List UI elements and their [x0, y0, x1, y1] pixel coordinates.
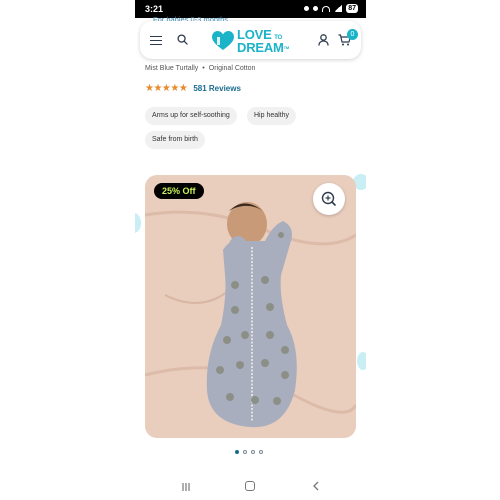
back-icon[interactable] [311, 481, 321, 491]
feature-chip: Safe from birth [145, 131, 205, 149]
battery-icon: 87 [346, 4, 358, 13]
system-nav-bar [135, 474, 366, 500]
status-time: 3:21 [145, 4, 164, 14]
star-rating-icon: ★★★★★ [145, 83, 188, 94]
discount-badge: 25% Off [154, 183, 204, 199]
wifi-icon [322, 5, 331, 12]
phone-screen: 3:21 87 For babies 0-3 months LOVE TO DR… [135, 0, 366, 500]
reviews-link[interactable]: 581 Reviews [193, 84, 241, 93]
fabric-name: Original Cotton [208, 65, 256, 72]
rating-row: ★★★★★ 581 Reviews [145, 83, 241, 94]
brand-logo[interactable]: LOVE TO DREAMTM [212, 28, 302, 54]
decorative-cloud [135, 213, 141, 233]
search-icon[interactable] [177, 34, 188, 45]
separator-dot: • [202, 65, 205, 72]
pager-dot[interactable] [259, 450, 263, 454]
pager-dot[interactable] [251, 450, 255, 454]
signal-icon [334, 5, 343, 12]
feature-chip: Arms up for self-soothing [145, 107, 237, 125]
location-icon [313, 6, 319, 11]
heart-logo-icon [212, 31, 234, 50]
site-header: LOVE TO DREAMTM 0 [140, 21, 361, 59]
home-icon[interactable] [245, 481, 255, 491]
feature-chip: Hip healthy [247, 107, 297, 125]
cart-count-badge: 0 [347, 29, 358, 40]
pager-dot[interactable] [243, 450, 247, 454]
menu-icon[interactable] [150, 36, 162, 46]
notification-dot-icon [304, 6, 310, 11]
color-name: Mist Blue Turtally [145, 65, 199, 72]
status-icons: 87 [304, 4, 358, 13]
variant-line: Mist Blue Turtally • Original Cotton [145, 65, 255, 72]
logo-wordmark: LOVE TO DREAMTM [237, 27, 290, 55]
pager-dot-active[interactable] [235, 450, 239, 454]
recent-apps-icon[interactable] [181, 482, 191, 492]
zoom-button[interactable] [313, 183, 345, 215]
zoom-in-icon [321, 191, 336, 206]
gallery-pager [235, 450, 263, 454]
decorative-cloud [357, 352, 366, 370]
user-icon[interactable] [318, 34, 329, 46]
